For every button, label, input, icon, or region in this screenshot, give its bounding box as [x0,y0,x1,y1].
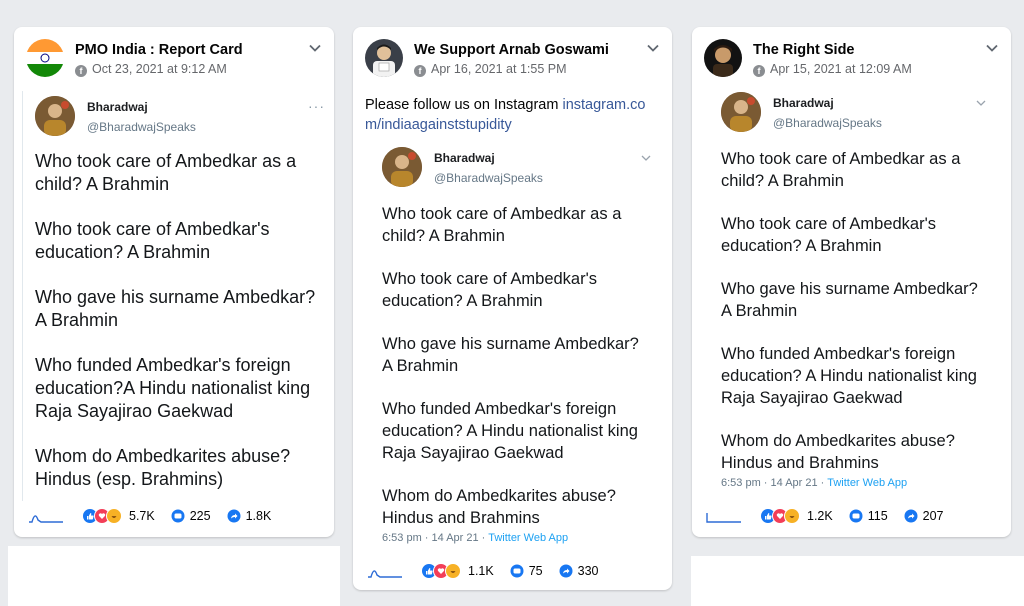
tweet-timestamp[interactable]: 6:53 pm · 14 Apr 21 · [382,532,488,544]
chevron-down-icon[interactable] [985,41,999,55]
post-header: We Support Arnab Goswami f Apr 16, 2021 a… [365,39,660,83]
post-meta: f Apr 15, 2021 at 12:09 AM [753,62,912,77]
haha-reaction-icon [784,508,800,524]
tweet-author-handle[interactable]: @BharadwajSpeaks [434,171,543,185]
tweet-paragraph: Who took care of Ambedkar's education? A… [721,215,936,255]
share-count[interactable]: 1.8K [246,509,272,523]
comment-icon[interactable] [510,564,524,578]
tweet-text: Who took care of Ambedkar as a child? A … [35,150,320,491]
tweet-chevron-icon[interactable] [640,152,652,164]
sparkline-icon [29,515,63,523]
instagram-link[interactable]: instagram.co [562,97,645,113]
share-icon[interactable] [904,509,918,523]
page-avatar[interactable] [365,39,403,77]
post-header: The Right Side f Apr 15, 2021 at 12:09 AM [704,39,999,83]
sparkline-icon [368,570,402,578]
tweet-paragraph: Who took care of Ambedkar as a child? A … [382,205,622,245]
reaction-icons[interactable] [421,563,461,579]
reaction-icons[interactable] [760,508,800,524]
post-footer: 1.1K 75 330 [367,560,614,582]
facebook-icon: f [753,65,765,77]
tweet-paragraph: Who funded Ambedkar's foreign education?… [35,355,311,421]
page-avatar[interactable] [26,39,64,77]
chevron-down-icon[interactable] [646,41,660,55]
reaction-count[interactable]: 1.1K [468,564,494,578]
tweet-meta: 6:53 pm · 14 Apr 21 · Twitter Web App [382,532,568,544]
page-name[interactable]: We Support Arnab Goswami [414,42,609,58]
tweet-author-handle[interactable]: @BharadwajSpeaks [87,120,196,134]
comment-icon[interactable] [171,509,185,523]
post-meta: f Apr 16, 2021 at 1:55 PM [414,62,567,77]
haha-reaction-icon [445,563,461,579]
next-card-placeholder-left [8,546,340,606]
tweet-author-avatar[interactable] [721,92,761,132]
tweet-paragraph: Whom do Ambedkarites abuse? Hindus and B… [721,432,955,472]
instagram-link-cont[interactable]: m/indiaagainststupidity [365,117,512,133]
facebook-icon: f [75,65,87,77]
reaction-count[interactable]: 5.7K [129,509,155,523]
tweet-author-name[interactable]: Bharadwaj [434,151,495,165]
post-caption: Please follow us on Instagram instagram.… [365,95,663,135]
page-name[interactable]: PMO India : Report Card [75,42,243,58]
tweet-timestamp[interactable]: 6:53 pm · 14 Apr 21 · [721,477,827,489]
tweet-author-name[interactable]: Bharadwaj [773,96,834,110]
tweet-chevron-icon[interactable] [975,97,987,109]
tweet-paragraph: Who funded Ambedkar's foreign education?… [721,345,977,407]
tweet-paragraph: Who took care of Ambedkar as a child? A … [721,150,961,190]
tweet-paragraph: Who gave his surname Ambedkar? A Brahmin [382,335,639,375]
post-card-3: The Right Side f Apr 15, 2021 at 12:09 AM… [692,27,1011,537]
share-icon[interactable] [559,564,573,578]
comment-count[interactable]: 115 [868,509,888,523]
post-footer: 5.7K 225 1.8K [28,505,287,527]
tweet-author-handle[interactable]: @BharadwajSpeaks [773,116,882,130]
post-caption-text: Please follow us on Instagram [365,97,563,113]
tweet-paragraph: Who gave his surname Ambedkar? A Brahmin [35,287,316,330]
tweet-paragraph: Who funded Ambedkar's foreign education?… [382,400,638,462]
tweet-meta: 6:53 pm · 14 Apr 21 · Twitter Web App [721,477,907,489]
comment-icon[interactable] [849,509,863,523]
post-card-1: PMO India : Report Card f Oct 23, 2021 at… [14,27,334,537]
tweet-source: Twitter Web App [827,477,908,489]
tweet-embed[interactable]: Bharadwaj @BharadwajSpeaks Who took care… [721,92,989,497]
post-header: PMO India : Report Card f Oct 23, 2021 at… [26,39,322,83]
post-date[interactable]: Apr 16, 2021 at 1:55 PM [431,62,567,76]
tweet-paragraph: Whom do Ambedkarites abuse? Hindus and B… [382,487,616,527]
comment-count[interactable]: 225 [190,509,211,523]
post-card-2: We Support Arnab Goswami f Apr 16, 2021 a… [353,27,672,590]
page-name[interactable]: The Right Side [753,42,855,58]
tweet-embed-border [22,91,23,501]
post-footer: 1.2K 115 207 [706,505,960,527]
post-date[interactable]: Apr 15, 2021 at 12:09 AM [770,62,912,76]
tweet-author-name[interactable]: Bharadwaj [87,100,148,114]
share-icon[interactable] [227,509,241,523]
more-options-icon[interactable]: ··· [308,98,325,114]
tweet-paragraph: Who gave his surname Ambedkar? A Brahmin [721,280,978,320]
tweet-embed[interactable]: Bharadwaj @BharadwajSpeaks ··· Who took … [35,96,325,496]
chevron-down-icon[interactable] [308,41,322,55]
haha-reaction-icon [106,508,122,524]
tweet-paragraph: Who took care of Ambedkar's education? A… [382,270,597,310]
tweet-text: Who took care of Ambedkar as a child? A … [721,148,986,474]
page-avatar[interactable] [704,39,742,77]
tweet-paragraph: Whom do Ambedkarites abuse? Hindus (esp.… [35,446,291,489]
tweet-source: Twitter Web App [488,532,569,544]
reaction-icons[interactable] [82,508,122,524]
post-meta: f Oct 23, 2021 at 9:12 AM [75,62,227,77]
reaction-count[interactable]: 1.2K [807,509,833,523]
tweet-paragraph: Who took care of Ambedkar as a child? A … [35,151,297,194]
share-count[interactable]: 207 [923,509,944,523]
tweet-text: Who took care of Ambedkar as a child? A … [382,203,647,529]
comment-count[interactable]: 75 [529,564,543,578]
facebook-icon: f [414,65,426,77]
tweet-embed[interactable]: Bharadwaj @BharadwajSpeaks Who took care… [382,147,652,552]
sparkline-icon [706,513,741,523]
post-date[interactable]: Oct 23, 2021 at 9:12 AM [92,62,227,76]
tweet-paragraph: Who took care of Ambedkar's education? A… [35,219,270,262]
share-count[interactable]: 330 [578,564,599,578]
tweet-author-avatar[interactable] [35,96,75,136]
tweet-author-avatar[interactable] [382,147,422,187]
